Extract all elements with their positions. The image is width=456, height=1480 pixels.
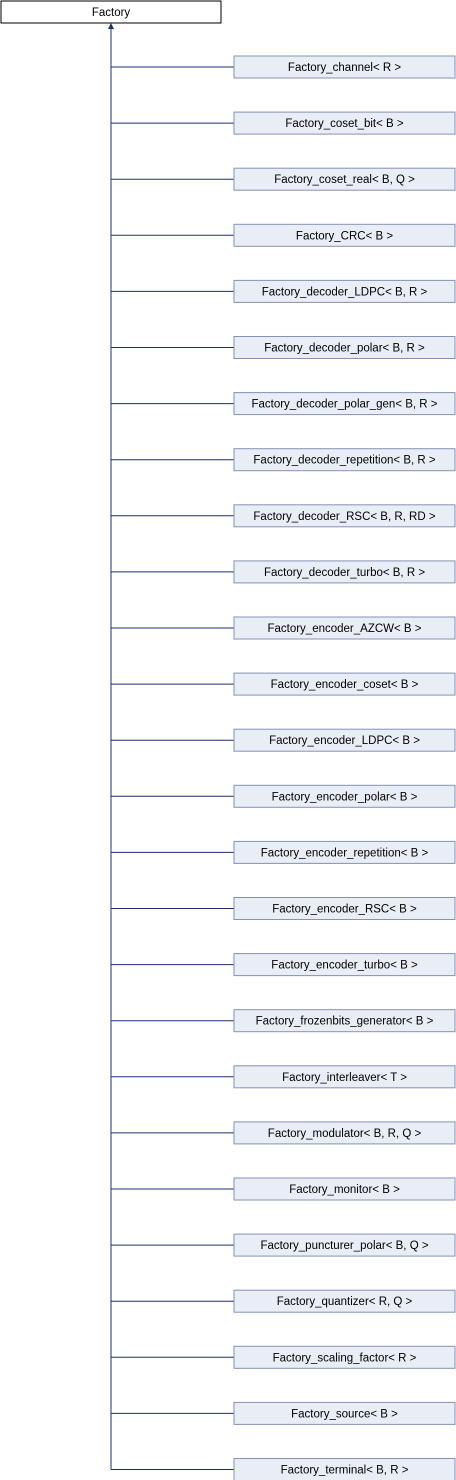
inheritance-diagram: Factory Factory_channel< R > Factory_cose… (0, 0, 456, 1480)
derived-class-label: Factory_encoder_repetition< B > (261, 847, 429, 859)
derived-class-label: Factory_decoder_repetition< B, R > (253, 455, 435, 467)
derived-class-node[interactable]: Factory_encoder_coset< B > (233, 672, 456, 696)
derived-class-label: Factory_decoder_LDPC< B, R > (262, 286, 428, 298)
derived-class-node[interactable]: Factory_encoder_RSC< B > (233, 897, 456, 920)
derived-class-node[interactable]: Factory_encoder_polar< B > (233, 784, 456, 808)
derived-class-list: Factory_channel< R > Factory_coset_bit< B… (233, 55, 456, 1480)
derived-class-node[interactable]: Factory_encoder_repetition< B > (233, 840, 456, 864)
derived-class-label: Factory_encoder_polar< B > (272, 791, 418, 803)
derived-class-label: Factory_decoder_polar_gen< B, R > (251, 399, 437, 411)
derived-class-node[interactable]: Factory_decoder_polar< B, R > (233, 336, 456, 359)
derived-class-node[interactable]: Factory_channel< R > (233, 55, 456, 79)
base-class-label: Factory (92, 7, 131, 19)
derived-class-label: Factory_encoder_LDPC< B > (269, 735, 420, 747)
derived-class-node[interactable]: Factory_CRC< B > (233, 223, 456, 247)
derived-class-node[interactable]: Factory_terminal< B, R > (233, 1458, 456, 1480)
derived-class-node[interactable]: Factory_scaling_factor< R > (233, 1345, 456, 1369)
inheritance-arrowhead (108, 23, 114, 29)
derived-class-node[interactable]: Factory_coset_bit< B > (233, 111, 456, 135)
derived-class-node[interactable]: Factory_modulator< B, R, Q > (233, 1121, 456, 1145)
derived-class-node[interactable]: Factory_source< B > (233, 1401, 456, 1425)
derived-class-label: Factory_decoder_turbo< B, R > (264, 567, 425, 579)
derived-class-label: Factory_encoder_turbo< B > (271, 960, 418, 972)
derived-class-label: Factory_CRC< B > (296, 230, 393, 242)
derived-class-label: Factory_quantizer< R, Q > (277, 1296, 413, 1308)
derived-class-node[interactable]: Factory_encoder_AZCW< B > (233, 616, 456, 640)
derived-class-node[interactable]: Factory_decoder_RSC< B, R, RD > (233, 504, 456, 528)
derived-class-node[interactable]: Factory_frozenbits_generator< B > (233, 1009, 456, 1033)
derived-class-node[interactable]: Factory_encoder_turbo< B > (233, 953, 456, 977)
derived-class-node[interactable]: Factory_decoder_turbo< B, R > (233, 560, 456, 584)
derived-class-label: Factory_encoder_coset< B > (271, 679, 419, 691)
derived-class-label: Factory_encoder_RSC< B > (272, 904, 417, 916)
derived-class-node[interactable]: Factory_coset_real< B, Q > (233, 167, 456, 191)
derived-class-node[interactable]: Factory_monitor< B > (233, 1177, 456, 1201)
derived-class-node[interactable]: Factory_puncturer_polar< B, Q > (233, 1233, 456, 1257)
derived-class-node[interactable]: Factory_decoder_repetition< B, R > (233, 448, 456, 472)
derived-class-node[interactable]: Factory_decoder_polar_gen< B, R > (233, 392, 456, 416)
derived-class-node[interactable]: Factory_quantizer< R, Q > (233, 1289, 456, 1313)
derived-class-label: Factory_terminal< B, R > (281, 1465, 409, 1477)
connector-lines (110, 28, 234, 1470)
derived-class-label: Factory_puncturer_polar< B, Q > (260, 1240, 428, 1252)
derived-class-label: Factory_monitor< B > (289, 1184, 400, 1196)
derived-class-node[interactable]: Factory_decoder_LDPC< B, R > (233, 279, 456, 303)
derived-class-node[interactable]: Factory_encoder_LDPC< B > (233, 728, 456, 752)
derived-class-label: Factory_modulator< B, R, Q > (268, 1128, 422, 1140)
derived-class-label: Factory_decoder_RSC< B, R, RD > (253, 511, 435, 523)
derived-class-label: Factory_coset_bit< B > (285, 118, 404, 130)
derived-class-label: Factory_channel< R > (288, 62, 401, 74)
derived-class-label: Factory_interleaver< T > (282, 1072, 407, 1084)
derived-class-label: Factory_coset_real< B, Q > (274, 174, 415, 186)
derived-class-label: Factory_decoder_polar< B, R > (264, 343, 425, 355)
derived-class-label: Factory_scaling_factor< R > (273, 1352, 417, 1364)
derived-class-node[interactable]: Factory_interleaver< T > (233, 1065, 456, 1089)
derived-class-label: Factory_encoder_AZCW< B > (267, 623, 421, 635)
base-class-node[interactable]: Factory (0, 0, 222, 24)
derived-class-label: Factory_source< B > (291, 1408, 398, 1420)
derived-class-label: Factory_frozenbits_generator< B > (256, 1016, 434, 1028)
